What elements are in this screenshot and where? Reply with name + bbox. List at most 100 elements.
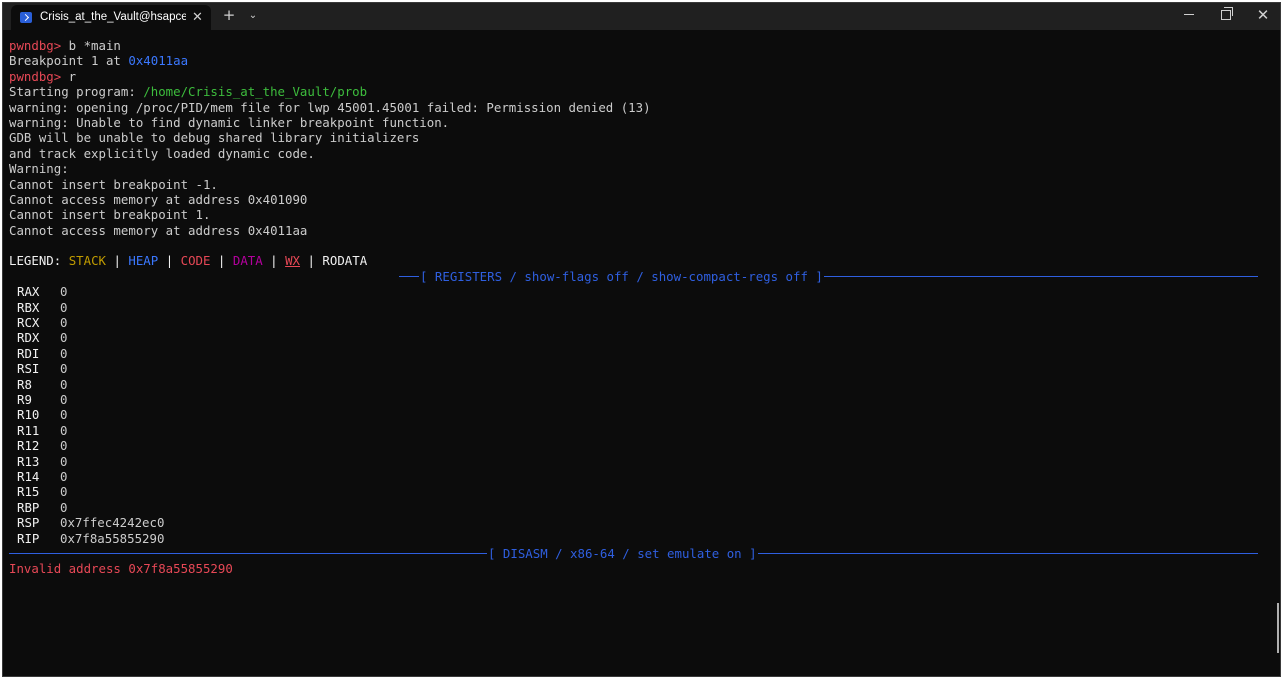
register-value: 0 — [60, 284, 68, 300]
legend-sep: | — [210, 253, 233, 269]
register-row: R13 0 — [9, 454, 1271, 469]
register-value: 0 — [60, 468, 68, 484]
legend-data: DATA — [232, 253, 263, 269]
register-name: R14 — [17, 468, 40, 484]
register-list: RAX 0 RBX 0 RCX 0 RDX 0 RDI 0 RSI 0 R8 0 R9 0 R1… — [9, 284, 1271, 546]
terminal-window: Crisis_at_the_Vault@hsapce-ic ✕ + ⌄ ✕ pw… — [2, 2, 1281, 677]
legend-line: LEGEND: STACK | HEAP | CODE | DATA | WX … — [9, 253, 1271, 268]
message-line: Warning: — [9, 161, 69, 177]
register-row: R8 0 — [9, 377, 1271, 392]
new-tab-button[interactable]: + — [220, 6, 238, 24]
chevron-down-icon[interactable]: ⌄ — [245, 10, 261, 21]
register-row: RIP 0x7f8a55855290 — [9, 531, 1271, 546]
title-bar: Crisis_at_the_Vault@hsapce-ic ✕ + ⌄ ✕ — [3, 3, 1280, 30]
register-name: RSP — [17, 515, 40, 531]
register-value: 0 — [60, 345, 68, 361]
register-name: RAX — [17, 284, 40, 300]
message-line: warning: Unable to find dynamic linker b… — [9, 114, 450, 130]
register-name: R11 — [17, 422, 40, 438]
program-path: /home/Crisis_at_the_Vault/prob — [143, 84, 368, 100]
message-line: Cannot insert breakpoint -1. — [9, 176, 218, 192]
command-text: r — [61, 68, 77, 84]
legend-rodata: RODATA — [322, 253, 368, 269]
restore-button[interactable] — [1216, 7, 1236, 21]
close-button[interactable]: ✕ — [1253, 6, 1273, 24]
register-row: RSI 0 — [9, 361, 1271, 376]
register-value: 0 — [60, 315, 68, 331]
register-row: RAX 0 — [9, 284, 1271, 299]
restore-icon — [1221, 7, 1233, 20]
register-name: R10 — [17, 407, 40, 423]
tab-title: Crisis_at_the_Vault@hsapce-ic — [40, 11, 186, 23]
register-name: RBX — [17, 299, 40, 315]
registers-separator: [ REGISTERS / show-flags off / show-comp… — [9, 268, 1271, 285]
start-line: Starting program: /home/Crisis_at_the_Va… — [9, 84, 1271, 99]
register-value: 0 — [60, 361, 68, 377]
register-name: R12 — [17, 438, 40, 454]
disasm-header: [ DISASM / x86-64 / set emulate on ] — [487, 545, 758, 562]
breakpoint-address: 0x4011aa — [128, 53, 189, 69]
register-row: R14 0 — [9, 469, 1271, 484]
register-name: RCX — [17, 315, 40, 331]
register-name: RDX — [17, 330, 40, 346]
message-line: Cannot access memory at address 0x401090 — [9, 191, 308, 207]
legend-stack: STACK — [68, 253, 106, 269]
legend-sep: | — [262, 253, 286, 269]
start-text: Starting program: — [9, 84, 144, 100]
command-line-1: pwndbg> b *main — [9, 38, 1271, 53]
powershell-icon — [20, 12, 32, 23]
register-value: 0 — [60, 422, 68, 438]
register-name: R8 — [17, 376, 32, 392]
terminal-tab[interactable]: Crisis_at_the_Vault@hsapce-ic ✕ — [11, 5, 211, 30]
command-line-2: pwndbg> r — [9, 69, 1271, 84]
register-row: R9 0 — [9, 392, 1271, 407]
register-row: RBX 0 — [9, 300, 1271, 315]
register-value: 0 — [60, 453, 68, 469]
register-value: 0 — [60, 407, 68, 423]
message-line: Cannot insert breakpoint 1. — [9, 207, 211, 223]
breakpoint-text: Breakpoint 1 at — [9, 53, 129, 69]
legend-sep: | — [158, 253, 181, 269]
terminal-output[interactable]: pwndbg> b *main Breakpoint 1 at 0x4011aa… — [9, 38, 1271, 577]
register-row: R15 0 — [9, 484, 1271, 499]
register-name: RDI — [17, 345, 40, 361]
register-row: R10 0 — [9, 407, 1271, 422]
register-row: RBP 0 — [9, 500, 1271, 515]
register-row: RDI 0 — [9, 346, 1271, 361]
register-value: 0 — [60, 391, 68, 407]
register-name: R15 — [17, 484, 40, 500]
legend-sep: | — [106, 253, 129, 269]
register-name: RSI — [17, 361, 40, 377]
message-line: warning: opening /proc/PID/mem file for … — [9, 99, 651, 115]
registers-header: [ REGISTERS / show-flags off / show-comp… — [419, 268, 824, 285]
register-value: 0 — [60, 376, 68, 392]
scrollbar[interactable] — [1277, 603, 1279, 653]
message-line: and track explicitly loaded dynamic code… — [9, 145, 315, 161]
register-value: 0x7f8a55855290 — [60, 530, 165, 546]
tab-close-icon[interactable]: ✕ — [192, 9, 203, 25]
invalid-address-line: Invalid address 0x7f8a55855290 — [9, 561, 233, 577]
minimize-icon — [1184, 14, 1194, 15]
register-name: R9 — [17, 391, 32, 407]
legend: LEGEND: STACK | HEAP | CODE | DATA | WX … — [9, 253, 367, 268]
register-name: R13 — [17, 453, 40, 469]
register-value: 0 — [60, 330, 68, 346]
breakpoint-line: Breakpoint 1 at 0x4011aa — [9, 53, 1271, 68]
register-row: RCX 0 — [9, 315, 1271, 330]
command-text: b *main — [61, 38, 121, 53]
register-name: RBP — [17, 499, 40, 515]
legend-code: CODE — [180, 253, 211, 269]
prompt: pwndbg> — [9, 68, 62, 84]
prompt: pwndbg> — [9, 38, 62, 53]
register-value: 0 — [60, 484, 68, 500]
register-value: 0 — [60, 299, 68, 315]
message-line: GDB will be unable to debug shared libra… — [9, 130, 420, 146]
register-row: R11 0 — [9, 423, 1271, 438]
minimize-button[interactable] — [1179, 7, 1199, 22]
register-row: RDX 0 — [9, 330, 1271, 345]
register-row: RSP 0x7ffec4242ec0 — [9, 515, 1271, 530]
register-value: 0 — [60, 438, 68, 454]
register-row: R12 0 — [9, 438, 1271, 453]
legend-wx: WX — [285, 253, 301, 269]
